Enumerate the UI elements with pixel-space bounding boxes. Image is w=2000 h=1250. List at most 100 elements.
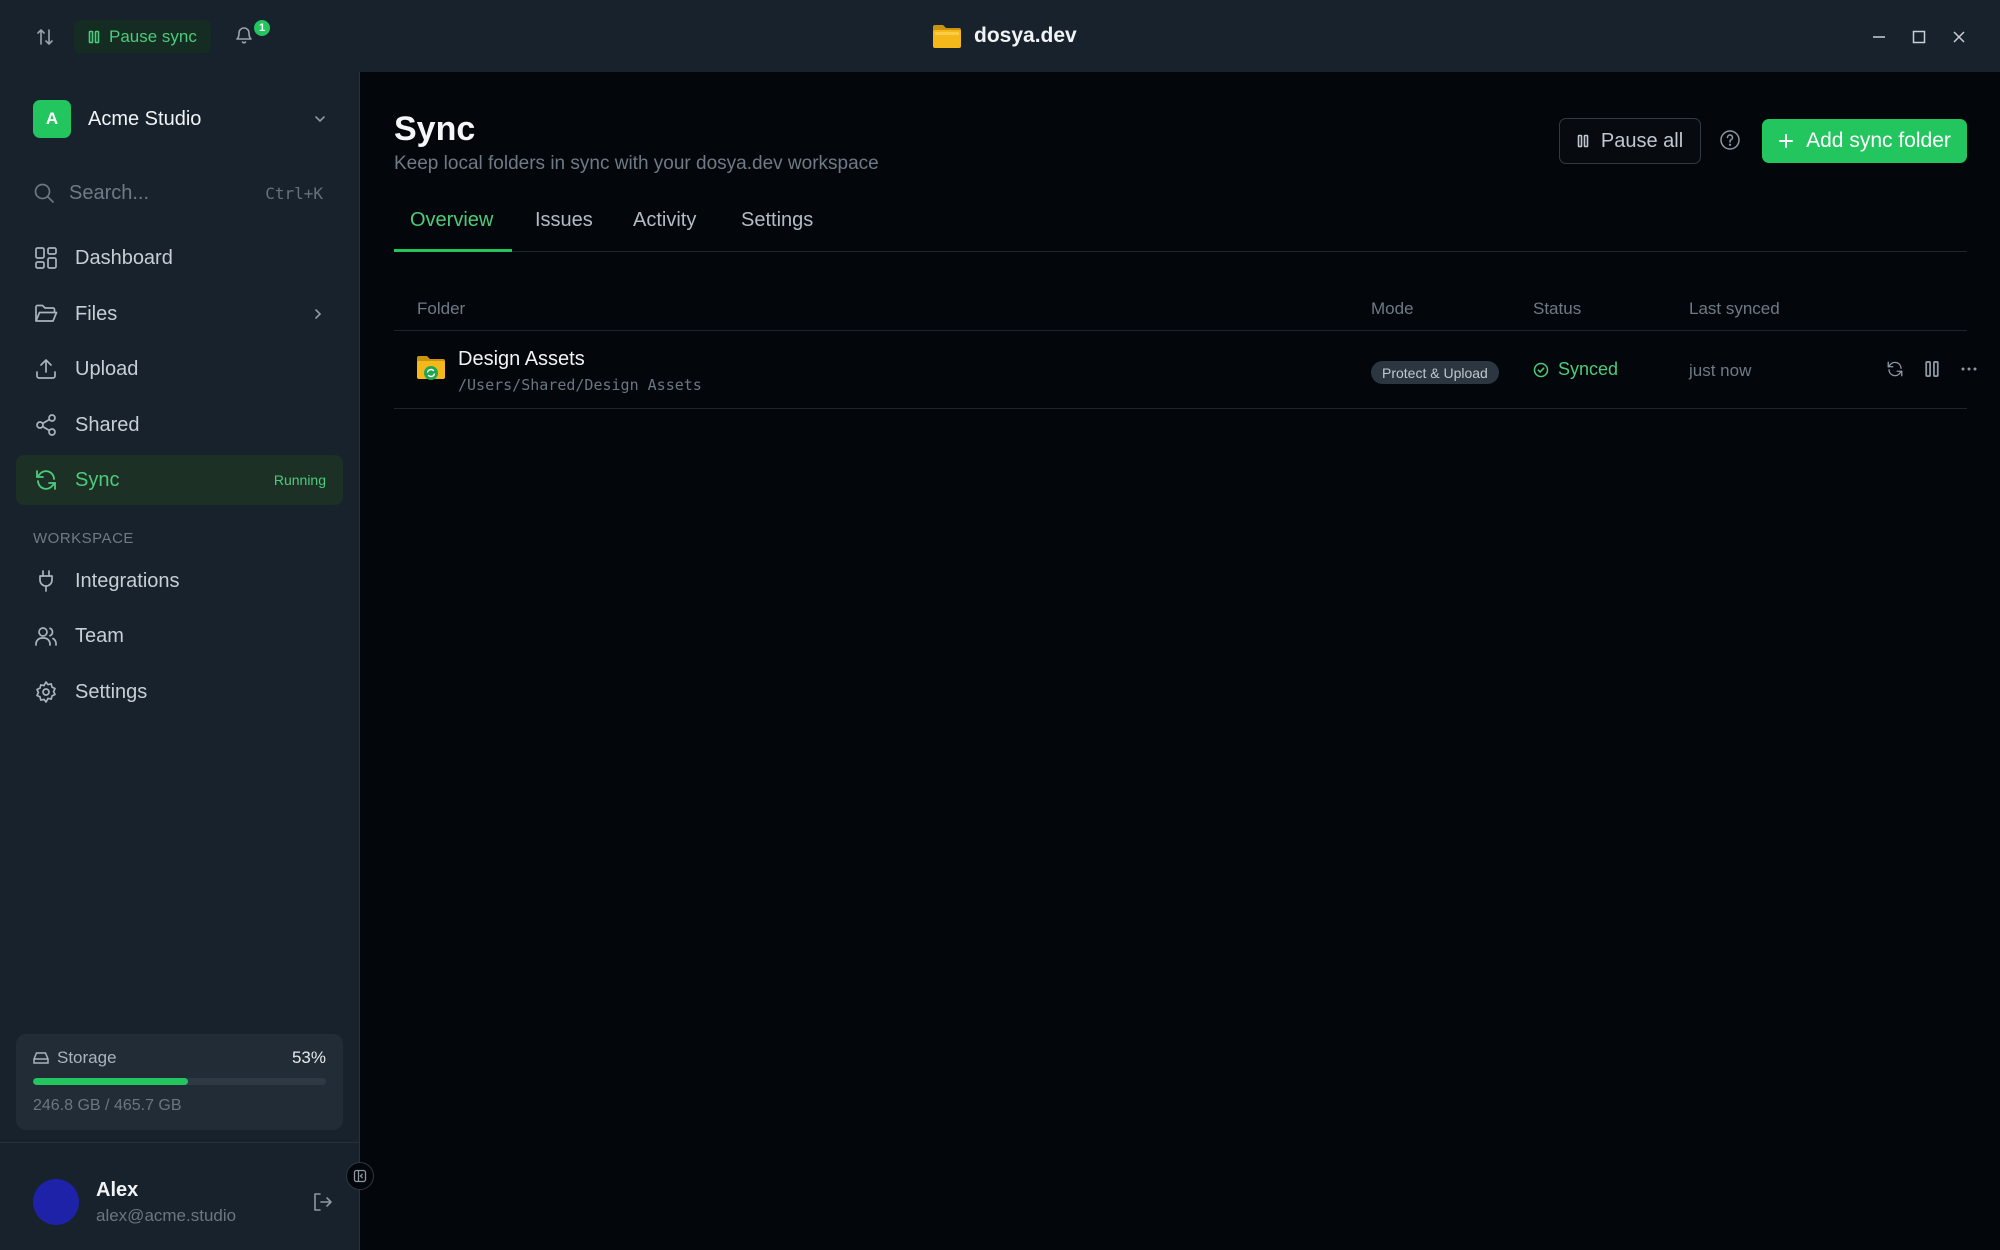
notification-count-badge: 1 xyxy=(252,18,272,38)
notifications-button[interactable]: 1 xyxy=(232,18,272,52)
user-name: Alex xyxy=(96,1178,139,1201)
tab-label: Activity xyxy=(633,209,697,231)
pause-sync-button[interactable]: Pause sync xyxy=(74,20,211,53)
more-options-icon[interactable] xyxy=(1960,360,1978,378)
sync-running-badge: Running xyxy=(273,472,326,488)
maximize-button[interactable] xyxy=(1904,22,1934,52)
sidebar-item-label: Upload xyxy=(75,357,139,380)
pause-all-button[interactable]: Pause all xyxy=(1559,118,1701,164)
app-title-text: dosya.dev xyxy=(974,24,1077,47)
grid-icon xyxy=(33,245,59,271)
tab-issues[interactable]: Issues xyxy=(535,192,593,252)
minimize-icon xyxy=(1871,29,1887,45)
storage-used-text: 246.8 GB / 465.7 GB xyxy=(33,1097,182,1114)
add-sync-folder-label: Add sync folder xyxy=(1806,129,1951,152)
pause-icon xyxy=(1577,134,1589,148)
folder-open-icon xyxy=(33,301,59,327)
plug-icon xyxy=(33,568,59,594)
storage-label: Storage xyxy=(57,1048,117,1067)
sidebar-divider xyxy=(0,1142,360,1143)
sidebar-item-upload[interactable]: Upload xyxy=(16,344,343,394)
users-icon xyxy=(33,623,59,649)
share-icon xyxy=(33,412,59,438)
search-icon xyxy=(33,182,55,204)
help-icon[interactable] xyxy=(1719,129,1741,151)
sidebar-item-label: Team xyxy=(75,624,124,647)
minimize-button[interactable] xyxy=(1864,22,1894,52)
main-content: Sync Keep local folders in sync with you… xyxy=(361,72,2000,1250)
user-profile[interactable]: Alex alex@acme.studio xyxy=(33,1172,333,1232)
sidebar-item-label: Sync xyxy=(75,468,120,491)
sync-folder-icon xyxy=(416,354,446,382)
sidebar: A Acme Studio Search... Ctrl+K Dashboard… xyxy=(0,72,360,1250)
sidebar-item-dashboard[interactable]: Dashboard xyxy=(16,233,343,283)
folder-icon xyxy=(932,23,962,49)
folder-name: Design Assets xyxy=(458,348,585,370)
sidebar-item-label: Settings xyxy=(75,680,148,703)
table-header: Folder Mode Status Last synced xyxy=(394,294,1967,331)
refresh-icon[interactable] xyxy=(1886,360,1904,378)
sidebar-item-sync[interactable]: Sync Running xyxy=(16,455,343,505)
tab-bar: Overview Issues Activity Settings xyxy=(394,192,1967,252)
page-subtitle: Keep local folders in sync with your dos… xyxy=(394,153,879,174)
close-window-button[interactable] xyxy=(1944,22,1974,52)
title-bar: Pause sync 1 dosya.dev xyxy=(0,0,2000,72)
search-placeholder: Search... xyxy=(69,181,150,204)
tab-overview[interactable]: Overview xyxy=(410,192,493,252)
upload-icon xyxy=(33,356,59,382)
tab-activity[interactable]: Activity xyxy=(633,192,696,252)
workspace-avatar: A xyxy=(33,100,71,138)
transfer-arrows-icon[interactable] xyxy=(32,24,58,50)
chevron-right-icon xyxy=(311,307,325,321)
tab-label: Settings xyxy=(741,209,814,231)
pause-sync-label: Pause sync xyxy=(109,26,197,46)
workspace-section-label: WORKSPACE xyxy=(33,530,134,547)
last-synced-text: just now xyxy=(1689,361,1752,380)
plus-icon xyxy=(1778,133,1794,149)
status-text: Synced xyxy=(1558,359,1619,379)
column-header-status: Status xyxy=(1533,299,1582,318)
workspace-name: Acme Studio xyxy=(88,107,202,130)
window-title: dosya.dev xyxy=(932,19,1077,53)
search-input[interactable]: Search... Ctrl+K xyxy=(33,178,323,208)
refresh-icon xyxy=(33,467,59,493)
sidebar-item-label: Shared xyxy=(75,413,140,436)
column-header-last-synced: Last synced xyxy=(1689,299,1780,318)
sidebar-item-label: Integrations xyxy=(75,569,180,592)
table-row[interactable]: Design Assets /Users/Shared/Design Asset… xyxy=(394,331,1977,409)
add-sync-folder-button[interactable]: Add sync folder xyxy=(1762,119,1967,163)
sidebar-item-team[interactable]: Team xyxy=(16,611,343,661)
storage-card: Storage 53% 246.8 GB / 465.7 GB xyxy=(16,1034,343,1130)
storage-progress-fill xyxy=(33,1078,189,1085)
sidebar-item-files[interactable]: Files xyxy=(16,289,343,339)
logout-icon[interactable] xyxy=(311,1191,333,1213)
pause-icon[interactable] xyxy=(1924,360,1940,378)
active-tab-indicator xyxy=(394,249,512,252)
workspace-switcher[interactable]: A Acme Studio xyxy=(33,100,328,138)
folder-path: /Users/Shared/Design Assets xyxy=(458,376,702,394)
column-header-mode: Mode xyxy=(1371,299,1414,318)
pause-icon xyxy=(88,30,100,44)
sidebar-item-label: Files xyxy=(75,302,118,325)
chevron-down-icon xyxy=(312,111,328,127)
storage-progress-bar xyxy=(33,1078,326,1085)
search-shortcut: Ctrl+K xyxy=(265,183,323,203)
storage-percent: 53% xyxy=(291,1048,326,1067)
user-email: alex@acme.studio xyxy=(96,1205,237,1225)
sidebar-item-settings[interactable]: Settings xyxy=(16,667,343,717)
pause-all-label: Pause all xyxy=(1600,129,1684,152)
sidebar-item-integrations[interactable]: Integrations xyxy=(16,556,343,606)
status-badge: Synced xyxy=(1533,359,1618,380)
column-header-folder: Folder xyxy=(417,299,466,318)
close-icon xyxy=(1951,29,1967,45)
tab-settings[interactable]: Settings xyxy=(741,192,813,252)
drive-icon xyxy=(33,1051,49,1065)
avatar xyxy=(33,1179,79,1225)
sidebar-item-label: Dashboard xyxy=(75,246,173,269)
check-circle-icon xyxy=(1533,362,1549,378)
sidebar-item-shared[interactable]: Shared xyxy=(16,400,343,450)
page-title: Sync xyxy=(394,110,476,148)
mode-badge: Protect & Upload xyxy=(1371,361,1499,384)
tab-label: Issues xyxy=(535,209,593,231)
bell-icon xyxy=(234,25,254,45)
